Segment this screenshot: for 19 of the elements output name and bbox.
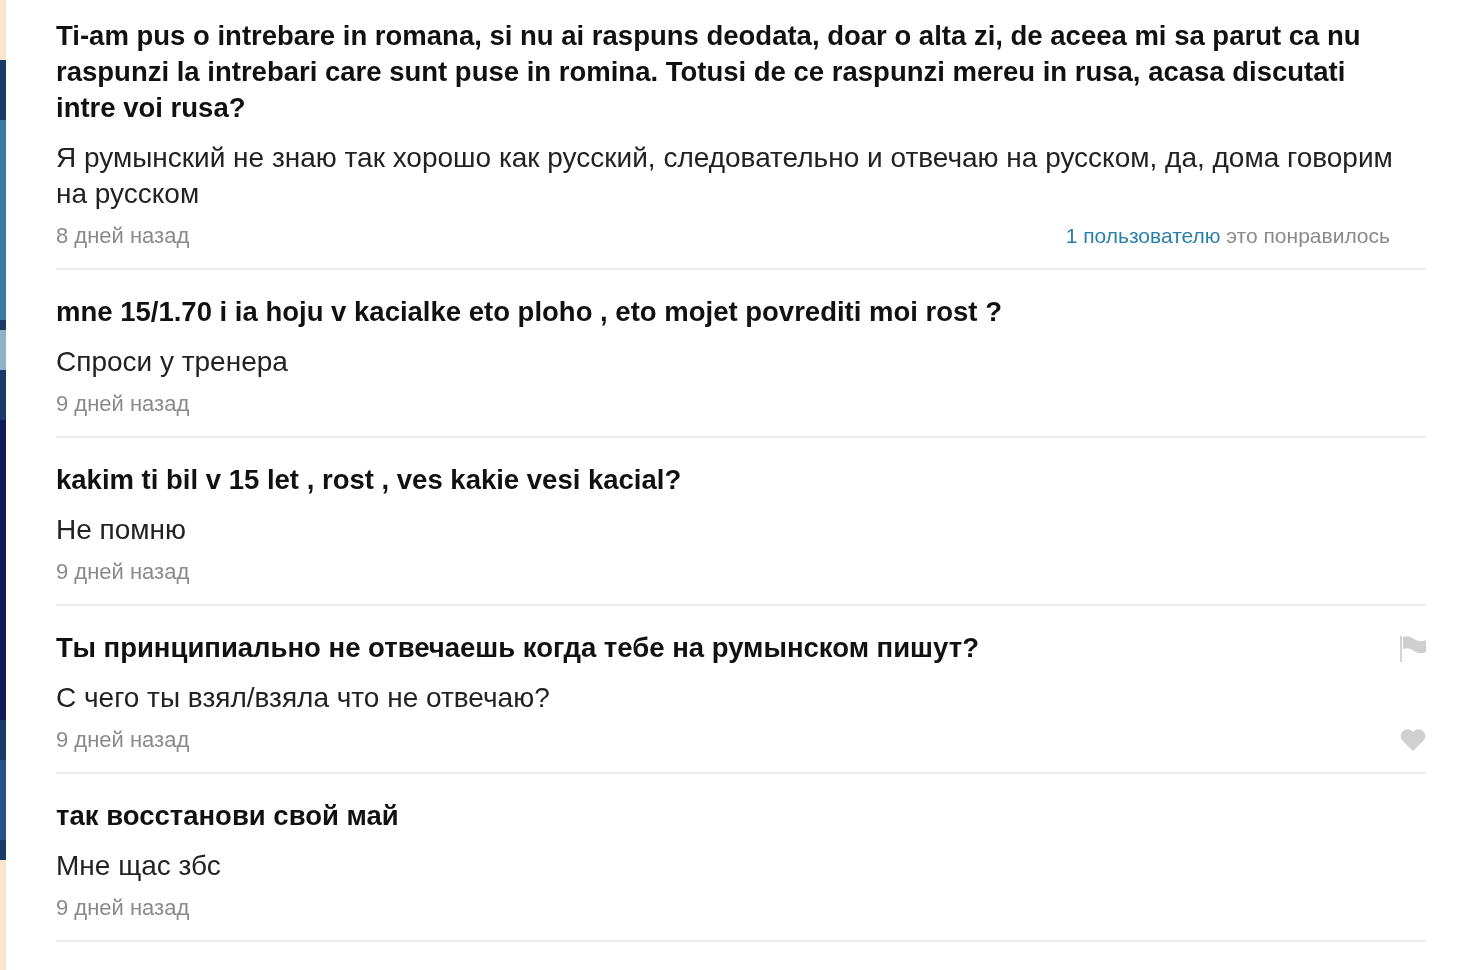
answer-text: Мне щас збс [56, 849, 222, 883]
likes-text: 1 пользователю это понравилось [1065, 224, 1390, 248]
question-text: Ti-am pus o intrebare in romana, si nu ai raspuns deodata, doar o alta zi, de aceea mi sa parut ca nu raspunzi la intrebari care sunt puse in romina. Totusi de ce raspunzi mereu in rusa, acasa discutati intre voi rusa? [56, 19, 1362, 125]
flag-icon[interactable] [1400, 636, 1426, 662]
timestamp: 9 дней назад [56, 391, 190, 417]
answer-text: Спроси у тренера [56, 345, 289, 379]
question-text: kakim ti bil v 15 let , rost , ves kakie vesi kacial? [56, 463, 682, 497]
answer-text: С чего ты взял/взяла что не отвечаю? [56, 681, 551, 715]
answer-text: Я румынский не знаю так хорошо как русский, следовательно и отвечаю на русском, да, дома говорим на русском [56, 141, 1394, 211]
timestamp: 9 дней назад [56, 559, 190, 585]
timestamp: 9 дней назад [56, 727, 190, 753]
timestamp: 9 дней назад [56, 895, 190, 921]
likes-link[interactable]: 1 пользователю [1065, 224, 1221, 247]
question-text: Ты принципиально не отвечаешь когда тебе на румынском пишут? [56, 631, 979, 665]
heart-icon[interactable] [1400, 729, 1426, 751]
answer-text: Не помню [56, 513, 188, 547]
timestamp: 8 дней назад [56, 223, 190, 249]
question-text: mne 15/1.70 i ia hoju v kacialke eto ploho , eto mojet povrediti moi rost ? [56, 295, 1002, 329]
question-text: так восстанови свой май [56, 799, 399, 833]
